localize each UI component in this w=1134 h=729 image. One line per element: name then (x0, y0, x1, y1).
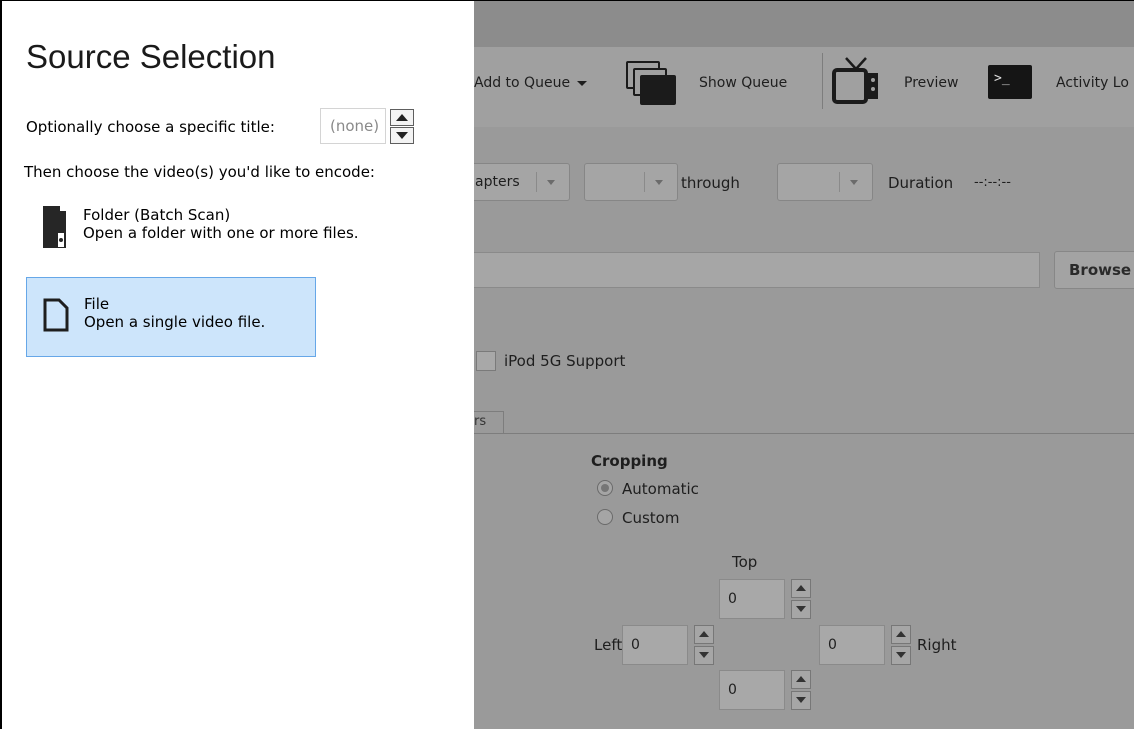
window-border (0, 0, 1134, 729)
